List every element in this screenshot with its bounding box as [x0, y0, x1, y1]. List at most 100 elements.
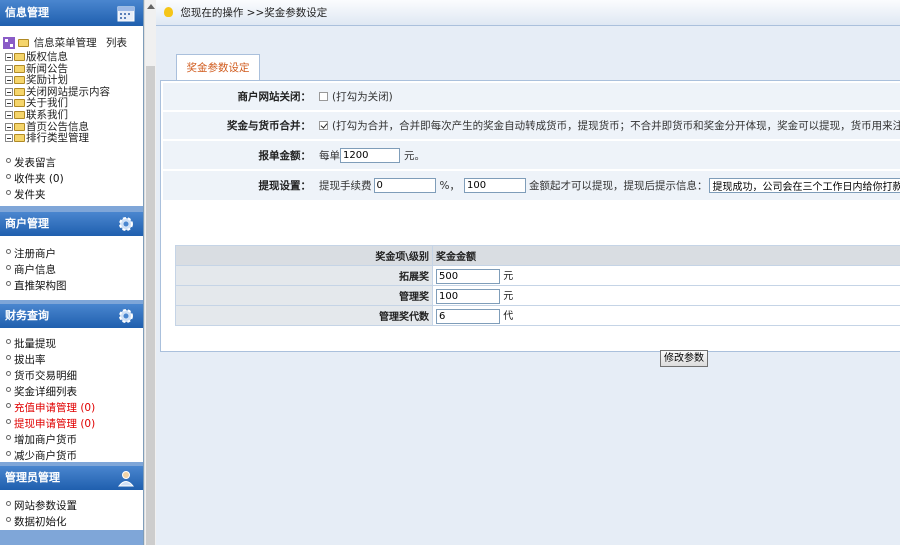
form-row-withdraw: 提现设置： 提现手续费 %， 金额起才可以提现，提现后提示信息：: [163, 171, 900, 201]
sidebar-link[interactable]: 拔出率: [2, 352, 143, 368]
section-title: 信息管理: [5, 6, 49, 19]
sidebar-link[interactable]: 发件夹: [2, 187, 143, 203]
section-header-merchant[interactable]: 商户管理: [0, 212, 143, 236]
tree-item-label[interactable]: 新闻公告: [26, 63, 68, 75]
section-header-finance[interactable]: 财务查询: [0, 304, 143, 328]
folder-icon: [14, 122, 25, 131]
bonus-unit: 元: [503, 291, 514, 302]
calendar-icon: [117, 6, 135, 22]
tree-item-label[interactable]: 关于我们: [26, 97, 68, 110]
bonus-name: 拓展奖: [175, 265, 433, 286]
sidebar-link[interactable]: 注册商户: [2, 246, 143, 262]
bonus-value-input[interactable]: [436, 309, 500, 324]
tree-item-label[interactable]: 首页公告信息: [26, 121, 89, 133]
withdraw-min-input[interactable]: [463, 178, 526, 193]
table-row: 管理奖代数 代: [175, 305, 900, 326]
section-header-info[interactable]: 信息管理: [0, 0, 143, 26]
lightbulb-icon: [164, 7, 173, 17]
report-amount-input[interactable]: [340, 147, 400, 163]
tree-item[interactable]: 版权信息: [2, 51, 143, 64]
bonus-name: 管理奖: [175, 285, 433, 306]
settings-panel: 奖金参数设定 商户网站关闭： (打勾为关闭) 奖金与货币合并： (打勾为合并，合…: [160, 52, 900, 367]
section-divider: [0, 530, 143, 545]
user-icon: [117, 471, 135, 487]
sidebar-link[interactable]: 商户信息: [2, 262, 143, 278]
main-content: 您现在的操作 >>奖金参数设定 奖金参数设定 商户网站关闭： (打勾为关闭) 奖…: [156, 0, 900, 545]
sidebar-link-recharge[interactable]: 充值申请管理 (0): [2, 400, 143, 416]
gear-icon: [119, 217, 133, 231]
submit-button[interactable]: 修改参数: [660, 350, 708, 367]
withdraw-min-text: 金额起才可以提现，提现后提示信息：: [528, 180, 708, 192]
sidebar-link[interactable]: 数据初始化: [2, 514, 143, 530]
sidebar-link[interactable]: 发表留言: [2, 155, 143, 171]
merge-checkbox[interactable]: [319, 121, 328, 130]
sidebar-link[interactable]: 批量提现: [2, 336, 143, 352]
sidebar-link[interactable]: 货币交易明细: [2, 368, 143, 384]
expand-icon[interactable]: [5, 99, 13, 108]
folder-icon: [14, 76, 25, 85]
sitemap-icon: [3, 37, 15, 49]
tree-item-label[interactable]: 版权信息: [26, 51, 68, 63]
expand-icon[interactable]: [5, 134, 13, 143]
folder-icon: [14, 134, 25, 143]
close-site-label: 商户网站关闭：: [237, 91, 312, 103]
tree-item[interactable]: 排行类型管理: [2, 132, 143, 145]
tree-item-label[interactable]: 联系我们: [26, 109, 68, 121]
expand-icon[interactable]: [5, 87, 13, 96]
withdraw-percent: %，: [439, 180, 460, 192]
tree-root-list-link[interactable]: 列表: [106, 37, 127, 49]
tree-item[interactable]: 关于我们: [2, 98, 143, 110]
table-row: 管理奖 元: [175, 285, 900, 306]
tree-item-label[interactable]: 排行类型管理: [26, 132, 89, 144]
expand-icon[interactable]: [5, 122, 13, 131]
tree-root-label[interactable]: 信息菜单管理: [34, 37, 97, 49]
close-site-checkbox[interactable]: [319, 92, 328, 101]
section-title: 商户管理: [5, 217, 49, 230]
tab-bonus-settings[interactable]: 奖金参数设定: [176, 54, 260, 81]
settings-form: 商户网站关闭： (打勾为关闭) 奖金与货币合并： (打勾为合并，合并即每次产生的…: [160, 80, 900, 367]
breadcrumb: 您现在的操作 >>奖金参数设定: [180, 7, 328, 19]
column-header-level: 奖金项\级别: [175, 245, 433, 266]
sidebar-link[interactable]: 减少商户货币: [2, 448, 143, 464]
tree-item[interactable]: 关闭网站提示内容: [2, 86, 143, 99]
folder-icon: [14, 64, 25, 73]
tree-item[interactable]: 新闻公告: [2, 63, 143, 76]
sidebar-link[interactable]: 直推架构图: [2, 278, 143, 294]
section-title: 财务查询: [5, 309, 49, 322]
report-amount-suffix: 元。: [404, 149, 425, 162]
tree-item-label[interactable]: 奖励计划: [26, 74, 68, 86]
scrollbar-thumb[interactable]: [146, 66, 155, 545]
sidebar-scrollbar[interactable]: [144, 0, 156, 545]
bonus-unit: 元: [503, 271, 514, 282]
withdraw-message-input[interactable]: [709, 178, 900, 193]
withdraw-fee-label: 提现手续费: [319, 180, 372, 192]
sidebar-link[interactable]: 收件夹 (0): [2, 171, 143, 187]
scroll-up-icon[interactable]: [147, 4, 155, 9]
expand-icon[interactable]: [5, 76, 13, 85]
expand-icon[interactable]: [5, 53, 13, 61]
expand-icon[interactable]: [5, 110, 13, 119]
expand-icon[interactable]: [5, 64, 13, 73]
bonus-value-input[interactable]: [436, 289, 500, 304]
folder-icon: [14, 87, 25, 96]
sidebar-link-withdraw[interactable]: 提现申请管理 (0): [2, 416, 143, 432]
form-row-merge: 奖金与货币合并： (打勾为合并，合并即每次产生的奖金自动转成货币，提现货币；不合…: [163, 112, 900, 140]
bonus-value-input[interactable]: [436, 269, 500, 284]
folder-icon: [14, 99, 25, 108]
sidebar-link[interactable]: 增加商户货币: [2, 432, 143, 448]
gear-icon: [119, 309, 133, 323]
report-amount-label: 报单金额：: [258, 149, 312, 162]
sidebar-link[interactable]: 奖金详细列表: [2, 384, 143, 400]
folder-icon: [14, 53, 25, 61]
tree-root[interactable]: 信息菜单管理 列表: [2, 34, 143, 52]
column-header-amount: 奖金金额: [432, 245, 900, 266]
section-header-admin[interactable]: 管理员管理: [0, 466, 143, 490]
table-row: 拓展奖 元: [175, 265, 900, 286]
close-site-hint: (打勾为关闭): [332, 91, 393, 103]
tree-item-label[interactable]: 关闭网站提示内容: [26, 86, 110, 98]
sidebar-link[interactable]: 网站参数设置: [2, 498, 143, 514]
bonus-table-header: 奖金项\级别 奖金金额: [175, 245, 900, 266]
report-amount-prefix: 每单: [319, 149, 340, 162]
sidebar: 信息管理 信息菜单管理 列表 版权信息 新闻公告 奖励计划 关闭网站提示内容 关…: [0, 0, 144, 545]
withdraw-fee-input[interactable]: [373, 178, 436, 193]
